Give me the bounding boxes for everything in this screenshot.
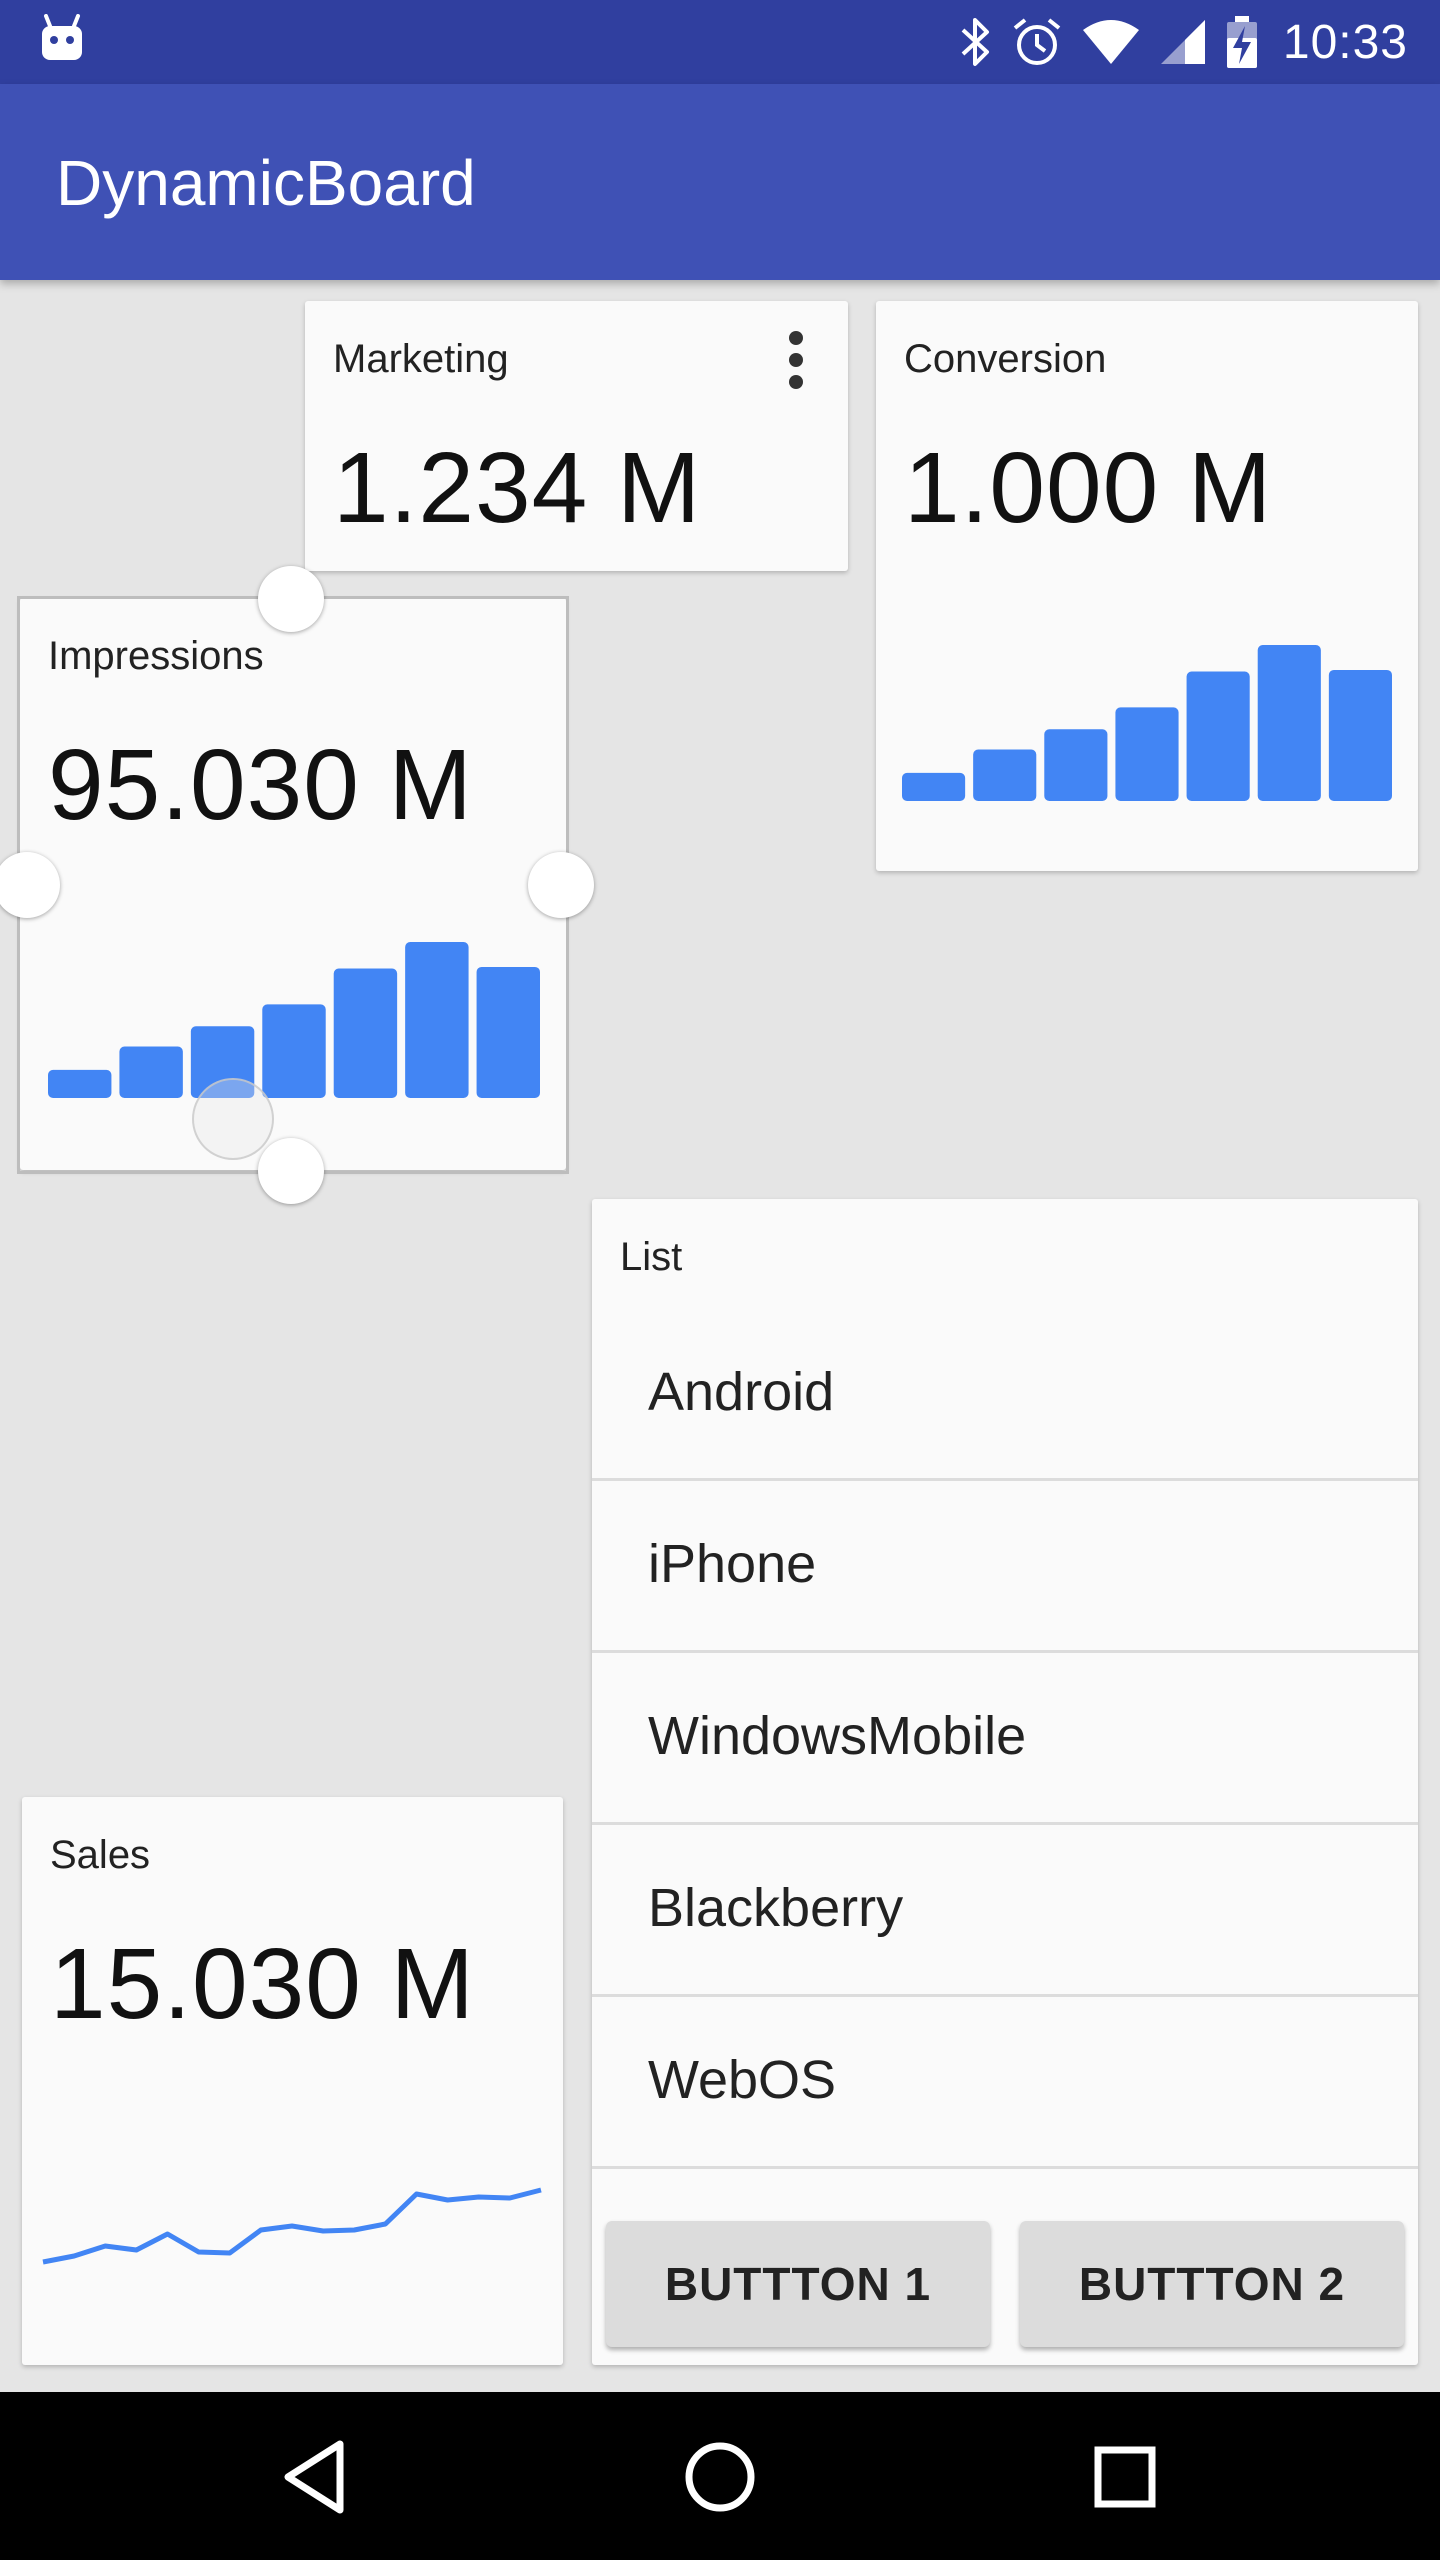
conversion-bar-chart [902,645,1392,801]
button-1[interactable]: BUTTTON 1 [606,2221,990,2347]
sales-label: Sales [50,1833,151,1877]
touch-ripple [192,1078,274,1160]
home-icon[interactable] [675,2432,765,2522]
chart-bar [262,1004,326,1098]
chart-bar [1115,707,1179,801]
app-bar: DynamicBoard [0,84,1440,280]
more-vert-icon[interactable] [784,331,808,395]
impressions-bar-chart [48,942,540,1098]
battery-charging-icon [1226,16,1257,68]
sales-line-chart [42,2187,542,2265]
sales-value: 15.030 M [50,1928,475,2040]
list-item-label: WebOS [648,2050,837,2110]
list-card: List Android iPhone WindowsMobile Blackb… [592,1199,1418,2365]
sales-line [42,2187,542,2265]
conversion-label: Conversion [904,337,1107,381]
status-time: 10:33 [1282,15,1408,69]
chart-bar [973,749,1037,801]
chart-bar [1257,645,1321,801]
back-icon[interactable] [270,2432,360,2522]
status-bar: 10:33 [0,0,1440,84]
list-item-iphone[interactable]: iPhone [592,1483,1418,1653]
list-item-windowsmobile[interactable]: WindowsMobile [592,1655,1418,1825]
sales-card[interactable]: Sales 15.030 M [22,1797,563,2365]
list-item-android[interactable]: Android [592,1311,1418,1481]
chart-bar [1044,729,1108,801]
conversion-card[interactable]: Conversion 1.000 M [876,301,1418,871]
bluetooth-icon [961,18,989,66]
list-label: List [620,1235,683,1279]
marketing-label: Marketing [333,337,509,381]
chart-bar [1186,671,1250,801]
chart-bar [333,968,398,1098]
button-2[interactable]: BUTTTON 2 [1020,2221,1404,2347]
wifi-icon [1082,20,1139,64]
android-notification-icon [42,14,82,60]
list-item-label: iPhone [648,1534,817,1594]
list-item-blackberry[interactable]: Blackberry [592,1827,1418,1997]
impressions-value: 95.030 M [48,729,473,841]
chart-bar [405,942,469,1098]
chart-bar [476,966,540,1098]
resize-handle-top[interactable] [258,566,324,632]
resize-handle-bottom[interactable] [258,1138,324,1204]
chart-bar [1328,669,1392,801]
app-title: DynamicBoard [56,147,476,219]
list-item-label: WindowsMobile [648,1706,1027,1766]
signal-icon [1160,20,1205,64]
list-item-label: Android [648,1362,835,1422]
list-item-label: Blackberry [648,1878,904,1938]
marketing-card[interactable]: Marketing 1.234 M [305,301,848,571]
chart-bar [902,772,966,801]
resize-handle-right[interactable] [528,852,594,918]
marketing-value: 1.234 M [333,432,702,544]
alarm-icon [1013,18,1061,65]
list-item-webos[interactable]: WebOS [592,1999,1418,2169]
chart-bar [119,1046,183,1098]
recents-icon[interactable] [1080,2432,1170,2522]
navigation-bar [0,2392,1440,2560]
conversion-value: 1.000 M [904,432,1273,544]
chart-bar [48,1069,112,1098]
impressions-label: Impressions [48,634,264,678]
impressions-card[interactable]: Impressions 95.030 M [20,598,566,1170]
